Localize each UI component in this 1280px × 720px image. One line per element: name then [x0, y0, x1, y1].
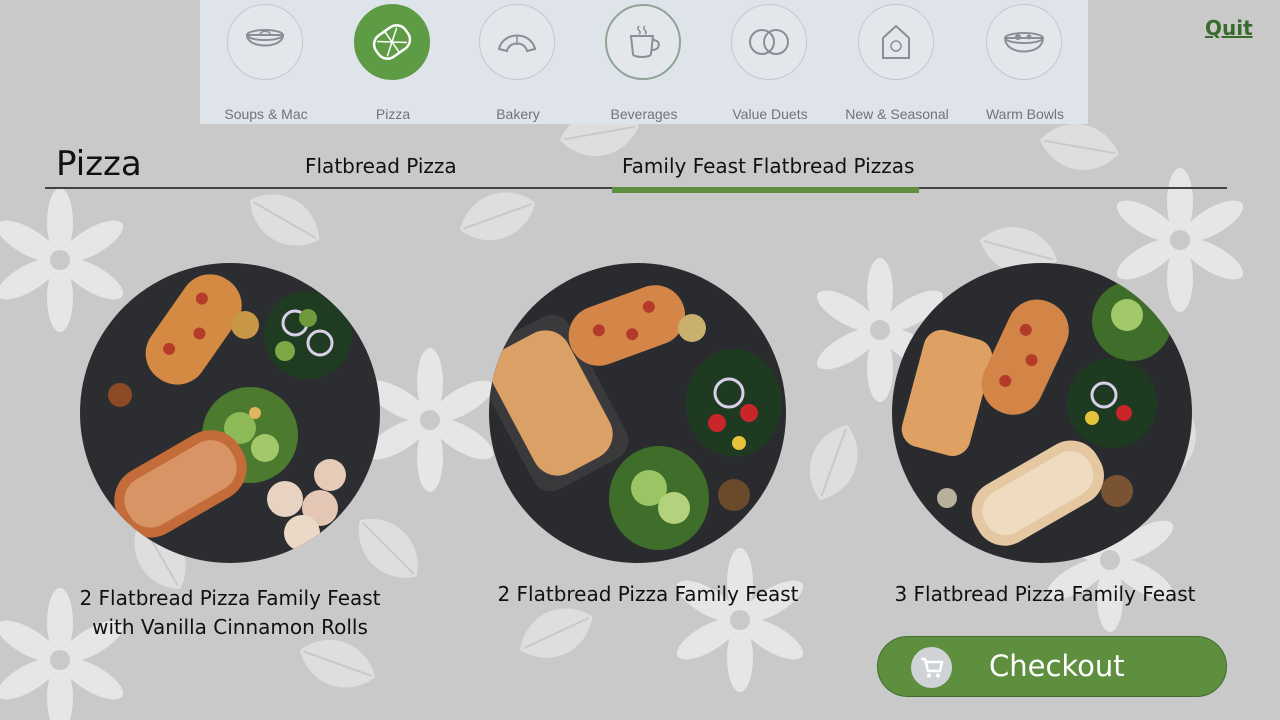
checkout-label: Checkout [989, 649, 1125, 683]
category-label: Bakery [496, 106, 540, 122]
page-title: Pizza [56, 144, 142, 184]
product-card-2[interactable] [489, 263, 786, 563]
product-name-2: 2 Flatbread Pizza Family Feast [480, 580, 816, 609]
seasonal-house-icon [858, 4, 934, 80]
category-soups-mac[interactable]: Soups & Mac [211, 0, 321, 124]
warm-bowl-icon [986, 4, 1062, 80]
active-tab-indicator [612, 187, 919, 193]
product-image [892, 263, 1192, 563]
category-pizza[interactable]: Pizza [338, 0, 448, 124]
category-label: New & Seasonal [845, 106, 949, 122]
category-bakery[interactable]: Bakery [463, 0, 573, 124]
checkout-button[interactable]: Checkout [877, 636, 1227, 697]
product-image [80, 263, 380, 563]
category-label: Pizza [375, 106, 411, 122]
product-name-line: 2 Flatbread Pizza Family Feast [79, 586, 381, 610]
category-new-seasonal[interactable]: New & Seasonal [842, 0, 952, 124]
coffee-cup-icon [605, 4, 681, 80]
category-beverages[interactable]: Beverages [589, 0, 699, 124]
product-image [489, 263, 786, 563]
soup-bowl-icon [227, 4, 303, 80]
duet-rings-icon [731, 4, 807, 80]
cart-icon [911, 647, 952, 688]
tab-family-feast[interactable]: Family Feast Flatbread Pizzas [622, 154, 914, 178]
pizza-icon [354, 4, 430, 80]
product-name-line: 3 Flatbread Pizza Family Feast [894, 582, 1196, 606]
category-label: Soups & Mac [224, 106, 308, 122]
category-bar: Soups & Mac Pizza Bakery Beverages Value… [200, 0, 1088, 124]
product-card-1[interactable] [80, 263, 380, 563]
category-value-duets[interactable]: Value Duets [715, 0, 825, 124]
product-card-3[interactable] [892, 263, 1192, 563]
croissant-icon [479, 4, 555, 80]
category-label: Value Duets [732, 106, 808, 122]
product-name-1: 2 Flatbread Pizza Family Feast with Vani… [60, 584, 400, 642]
category-label: Beverages [610, 106, 678, 122]
product-name-3: 3 Flatbread Pizza Family Feast [880, 580, 1210, 609]
category-warm-bowls[interactable]: Warm Bowls [970, 0, 1080, 124]
category-label: Warm Bowls [985, 106, 1065, 122]
quit-link[interactable]: Quit [1205, 16, 1253, 40]
tab-flatbread-pizza[interactable]: Flatbread Pizza [305, 154, 457, 178]
product-name-line: 2 Flatbread Pizza Family Feast [497, 582, 799, 606]
product-name-line: with Vanilla Cinnamon Rolls [92, 615, 368, 639]
